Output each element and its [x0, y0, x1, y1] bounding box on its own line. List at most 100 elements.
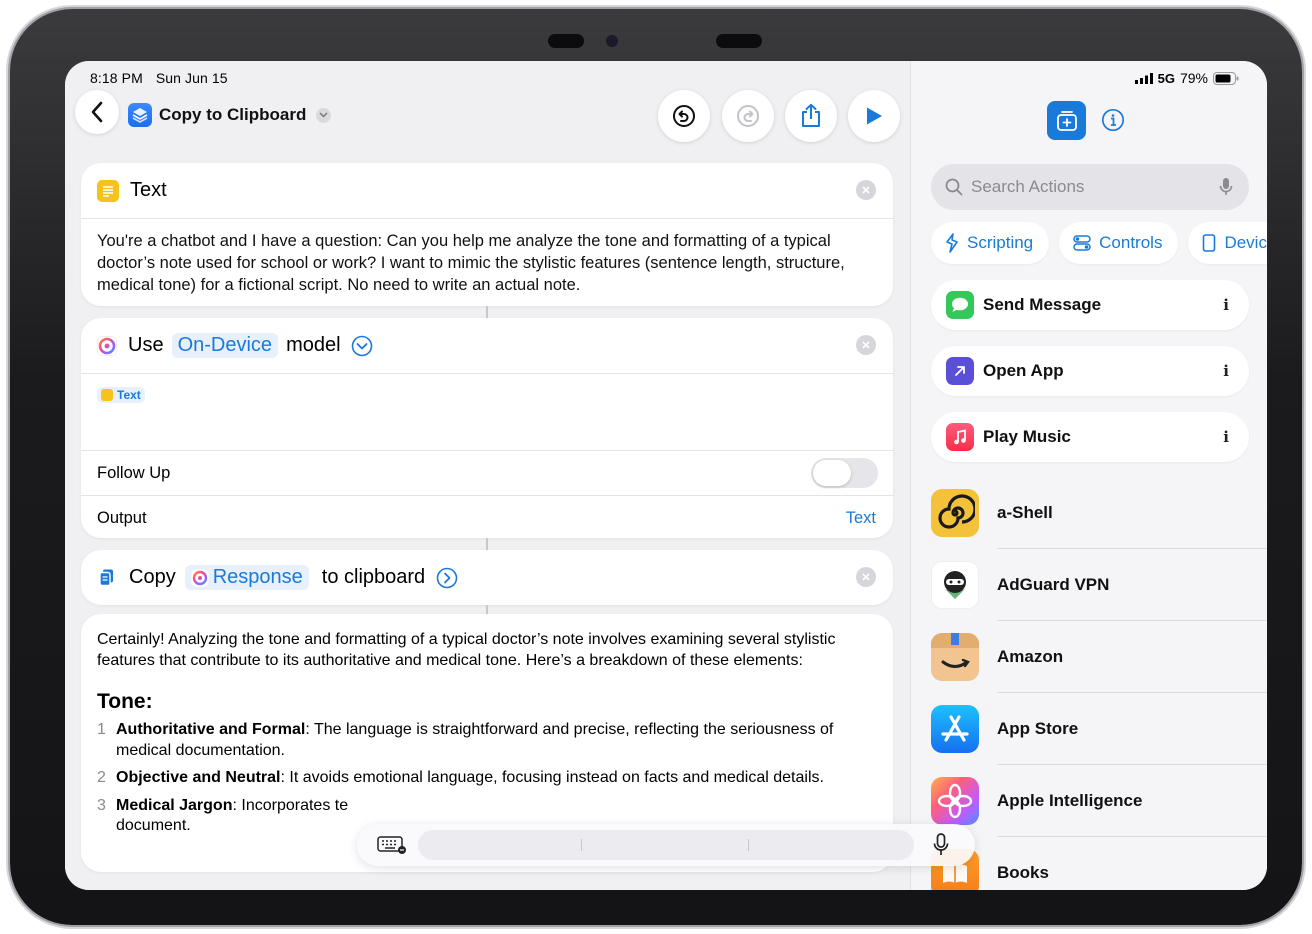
chip-label: Controls	[1099, 233, 1163, 252]
status-bar-left: 8:18 PM Sun Jun 15	[90, 70, 228, 86]
microphone-icon[interactable]	[933, 833, 949, 857]
a-shell-app-icon	[931, 489, 979, 537]
follow-up-label: Follow Up	[97, 463, 171, 482]
list-number: 1	[97, 721, 106, 738]
text-action-icon	[97, 179, 119, 202]
shortcut-editor: 8:18 PM Sun Jun 15 Copy to Clipboard Tex…	[65, 61, 910, 890]
app-row-books[interactable]: Books	[931, 837, 1267, 890]
prompt-input-area[interactable]: Text	[81, 374, 893, 450]
music-icon	[946, 423, 974, 451]
app-label: Apple Intelligence	[997, 791, 1143, 810]
app-label: Books	[997, 863, 1049, 882]
output-value[interactable]: Text	[846, 509, 876, 528]
apple-intelligence-app-icon	[931, 777, 979, 825]
model-action-card[interactable]: Use On-Device model Text Follow Up Outpu…	[81, 318, 893, 538]
shortcuts-app-icon	[128, 103, 152, 127]
action-label: Open App	[983, 361, 1064, 380]
close-icon	[862, 573, 870, 581]
suggestion-divider	[581, 839, 582, 851]
close-icon	[862, 341, 870, 349]
category-chips: Scripting Controls Device	[931, 222, 1267, 264]
run-button[interactable]	[848, 90, 900, 142]
response-intro: Certainly! Analyzing the tone and format…	[97, 631, 836, 669]
chip-device[interactable]: Device	[1188, 222, 1267, 264]
chevron-down-circle-icon[interactable]	[351, 335, 373, 357]
list-number: 3	[97, 796, 106, 814]
copy-suffix: to clipboard	[321, 566, 426, 588]
chip-label: Scripting	[967, 233, 1034, 252]
chip-scripting[interactable]: Scripting	[931, 222, 1050, 264]
response-heading: Tone:	[97, 690, 153, 713]
search-actions-field[interactable]: Search Actions	[931, 164, 1249, 210]
text-token-icon	[101, 389, 113, 401]
text-variable-token[interactable]: Text	[97, 387, 145, 403]
chip-label: Device	[1224, 233, 1267, 252]
follow-up-toggle[interactable]	[811, 458, 878, 488]
copy-action-card[interactable]: Copy Response to clipboard	[81, 550, 893, 605]
app-store-app-icon	[931, 705, 979, 753]
output-label: Output	[97, 508, 147, 527]
ipad-frame: 8:18 PM Sun Jun 15 Copy to Clipboard Tex…	[10, 9, 1302, 925]
action-library-button[interactable]	[1047, 101, 1086, 140]
output-row: Output Text	[81, 496, 893, 538]
action-play-music[interactable]: Play Music i	[931, 412, 1249, 462]
action-send-message[interactable]: Send Message i	[931, 280, 1249, 330]
keyboard-icon[interactable]	[377, 835, 407, 855]
remove-action-button[interactable]	[856, 335, 876, 355]
chip-controls[interactable]: Controls	[1059, 222, 1179, 264]
flow-connector	[486, 306, 488, 318]
app-row-apple-intelligence[interactable]: Apple Intelligence	[931, 765, 1267, 837]
text-action-content[interactable]: You're a chatbot and I have a question: …	[81, 219, 893, 296]
actions-panel: 5G 79% Search Actions Scripting Controls…	[910, 61, 1267, 890]
apple-intelligence-icon	[97, 335, 117, 356]
screen: 8:18 PM Sun Jun 15 Copy to Clipboard Tex…	[65, 61, 1267, 890]
action-open-app[interactable]: Open App i	[931, 346, 1249, 396]
info-icon[interactable]: i	[1223, 362, 1229, 380]
messages-icon	[946, 291, 974, 319]
apple-intelligence-icon	[191, 569, 209, 586]
battery-percent: 79%	[1179, 70, 1208, 86]
app-row-app-store[interactable]: App Store	[931, 693, 1267, 765]
info-icon[interactable]: i	[1223, 296, 1229, 314]
info-circle-icon	[1101, 108, 1125, 132]
remove-action-button[interactable]	[856, 180, 876, 200]
camera-housing	[548, 34, 584, 48]
status-date: Sun Jun 15	[155, 70, 228, 86]
action-label: Play Music	[983, 427, 1071, 446]
chevron-left-icon	[91, 101, 103, 123]
remove-action-button[interactable]	[856, 567, 876, 587]
clipboard-icon	[99, 569, 113, 586]
info-icon[interactable]: i	[1223, 428, 1229, 446]
cellular-signal-icon	[1134, 72, 1153, 84]
app-label: Amazon	[997, 647, 1064, 666]
details-button[interactable]	[1101, 108, 1125, 132]
undo-icon	[673, 105, 695, 127]
back-button[interactable]	[75, 90, 119, 134]
list-number: 2	[97, 769, 106, 786]
chevron-right-circle-icon[interactable]	[436, 567, 458, 589]
text-action-card[interactable]: Text You're a chatbot and I have a quest…	[81, 163, 893, 306]
app-row-amazon[interactable]: Amazon	[931, 621, 1267, 693]
flow-connector	[486, 538, 488, 550]
model-picker[interactable]: On-Device	[171, 333, 279, 358]
response-variable-label: Response	[212, 566, 303, 588]
adguard-vpn-app-icon	[931, 561, 979, 609]
close-icon	[862, 186, 870, 194]
response-variable[interactable]: Response	[184, 565, 309, 590]
battery-icon	[1213, 71, 1239, 85]
shortcut-title-menu[interactable]: Copy to Clipboard	[128, 103, 332, 127]
search-placeholder: Search Actions	[971, 177, 1085, 196]
copy-label: Copy	[129, 566, 176, 588]
app-row-a-shell[interactable]: a-Shell	[931, 477, 1267, 549]
share-button[interactable]	[785, 90, 837, 142]
app-row-adguard-vpn[interactable]: AdGuard VPN	[931, 549, 1267, 621]
action-label: Send Message	[983, 295, 1102, 314]
add-action-icon	[1056, 110, 1077, 131]
response-list: 1 Authoritative and Formal: The language…	[81, 714, 893, 837]
undo-button[interactable]	[658, 90, 710, 142]
app-label: AdGuard VPN	[997, 575, 1110, 594]
microphone-icon[interactable]	[1219, 177, 1233, 197]
keyboard-accessory-bar	[357, 824, 975, 866]
redo-button[interactable]	[722, 90, 774, 142]
suggestion-field[interactable]	[418, 830, 914, 860]
